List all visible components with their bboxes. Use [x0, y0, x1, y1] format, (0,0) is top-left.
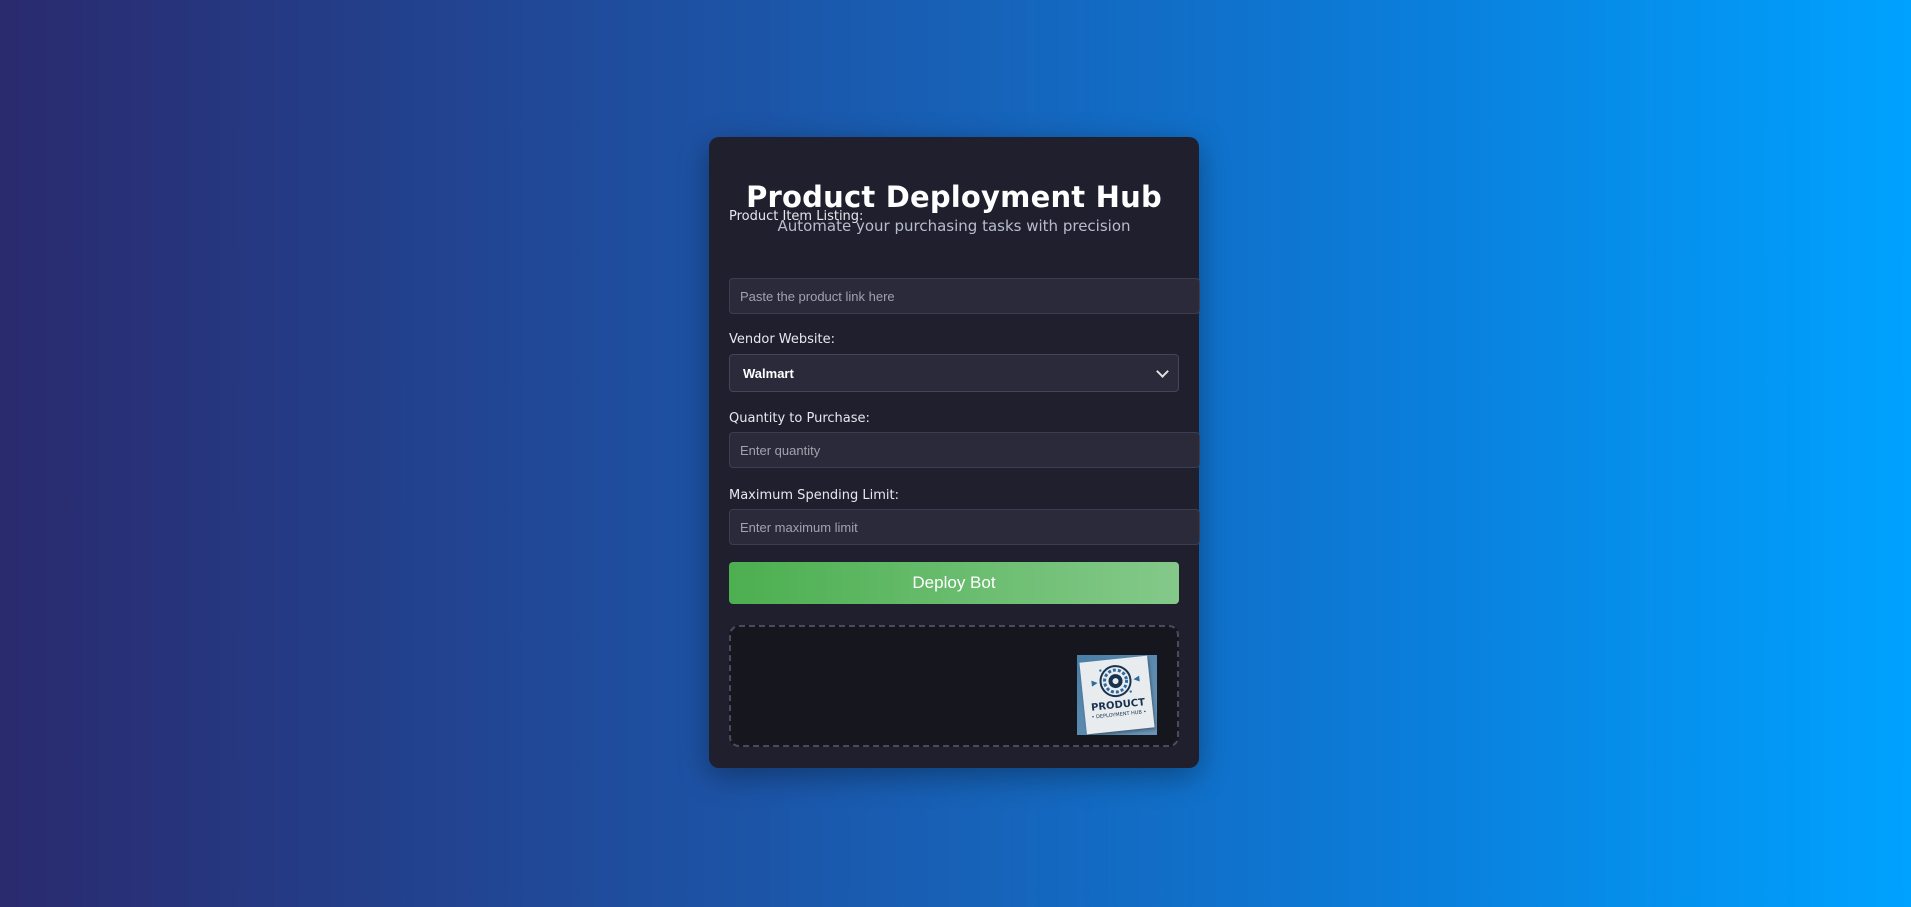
- quantity-label: Quantity to Purchase:: [729, 411, 870, 426]
- max-limit-label: Maximum Spending Limit:: [729, 488, 900, 503]
- product-link-input[interactable]: [729, 278, 1200, 314]
- product-deployment-hub-logo: PRODUCT • DEPLOYMENT HUB •: [1077, 655, 1157, 735]
- logo-badge: PRODUCT • DEPLOYMENT HUB •: [1079, 655, 1155, 735]
- vendor-select[interactable]: Walmart: [729, 354, 1179, 392]
- vendor-label: Vendor Website:: [729, 332, 836, 347]
- bot-preview-area: PRODUCT • DEPLOYMENT HUB •: [729, 625, 1179, 747]
- quantity-input[interactable]: [729, 432, 1200, 468]
- product-link-label: Product Item Listing:: [729, 209, 864, 224]
- deploy-bot-button[interactable]: Deploy Bot: [729, 562, 1179, 604]
- chevron-down-icon: [1156, 364, 1169, 378]
- deployment-card: Product Deployment Hub Automate your pur…: [709, 137, 1200, 768]
- max-limit-input[interactable]: [729, 509, 1200, 545]
- vendor-selected-value: Walmart: [743, 365, 794, 381]
